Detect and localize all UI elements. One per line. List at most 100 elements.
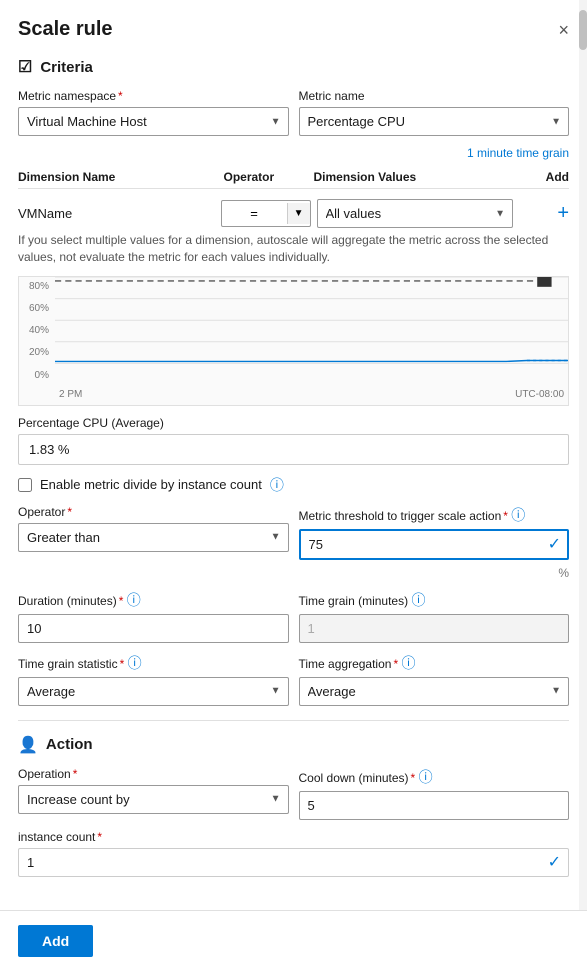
criteria-icon: ☑ <box>18 57 32 77</box>
panel-header: Scale rule × <box>18 18 569 41</box>
criteria-section: ☑ Criteria Metric namespace* Virtual Mac… <box>18 57 569 706</box>
time-grain-label: Time grain (minutes) ⓘ <box>299 590 570 610</box>
instance-count-input-wrapper: ✓ <box>18 848 569 877</box>
statistic-group: Time grain statistic* ⓘ Average Min Max … <box>18 653 289 706</box>
chart-y-40: 40% <box>21 325 53 336</box>
statistic-label: Time grain statistic* ⓘ <box>18 653 289 673</box>
action-icon: 👤 <box>18 735 38 755</box>
chart-x-labels: 2 PM UTC-08:00 <box>55 385 568 405</box>
cooldown-info-icon[interactable]: ⓘ <box>419 769 433 785</box>
instance-count-input[interactable] <box>18 848 569 877</box>
dim-col-values: Dimension Values <box>314 170 520 184</box>
operator-chevron-icon[interactable]: ▼ <box>287 203 310 224</box>
aggregation-label: Time aggregation* ⓘ <box>299 653 570 673</box>
metric-namespace-select[interactable]: Virtual Machine Host <box>18 107 289 136</box>
add-dimension-btn[interactable]: + <box>519 202 569 225</box>
aggregation-info-icon[interactable]: ⓘ <box>401 655 415 671</box>
threshold-input[interactable] <box>299 529 570 560</box>
aggregation-group: Time aggregation* ⓘ Average Min Max Sum … <box>299 653 570 706</box>
scrollbar[interactable] <box>579 0 587 971</box>
metric-namespace-select-wrapper: Virtual Machine Host ▼ <box>18 107 289 136</box>
threshold-pct-note: % <box>299 566 570 580</box>
time-grain-note: 1 minute time grain <box>18 146 569 160</box>
metric-chart: 80% 60% 40% 20% 0% <box>18 276 569 406</box>
duration-timegrain-row: Duration (minutes)* ⓘ Time grain (minute… <box>18 590 569 643</box>
chart-x-utc: UTC-08:00 <box>515 389 564 400</box>
dim-col-name: Dimension Name <box>18 170 224 184</box>
dim-col-add: Add <box>519 170 569 184</box>
operation-select[interactable]: Increase count by Decrease count by Incr… <box>18 785 289 814</box>
metric-namespace-label: Metric namespace* <box>18 89 289 103</box>
duration-info-icon[interactable]: ⓘ <box>127 592 141 608</box>
time-grain-group: Time grain (minutes) ⓘ <box>299 590 570 643</box>
duration-input[interactable] <box>18 614 289 643</box>
enable-divide-row: Enable metric divide by instance count ⓘ <box>18 475 569 495</box>
dim-col-operator: Operator <box>224 170 314 184</box>
duration-group: Duration (minutes)* ⓘ <box>18 590 289 643</box>
metric-name-select[interactable]: Percentage CPU <box>299 107 570 136</box>
dimension-info-text: If you select multiple values for a dime… <box>18 232 569 266</box>
cooldown-label: Cool down (minutes)* ⓘ <box>299 767 570 787</box>
metric-current-value: 1.83 % <box>18 434 569 465</box>
dimension-name: VMName <box>18 206 215 221</box>
aggregation-select-wrapper: Average Min Max Sum ▼ <box>299 677 570 706</box>
threshold-check-icon: ✓ <box>548 534 561 554</box>
metric-namespace-group: Metric namespace* Virtual Machine Host ▼ <box>18 89 289 136</box>
section-divider <box>18 720 569 721</box>
chart-y-60: 60% <box>21 303 53 314</box>
duration-label: Duration (minutes)* ⓘ <box>18 590 289 610</box>
operator-box[interactable]: = ▼ <box>221 200 311 227</box>
operator-threshold-row: Operator* Greater than Greater than or e… <box>18 505 569 580</box>
chart-y-0: 0% <box>21 370 53 381</box>
enable-divide-info-icon[interactable]: ⓘ <box>270 475 284 495</box>
enable-divide-label: Enable metric divide by instance count <box>40 477 262 492</box>
chart-y-20: 20% <box>21 347 53 358</box>
operation-select-wrapper: Increase count by Decrease count by Incr… <box>18 785 289 814</box>
instance-count-check-icon: ✓ <box>548 852 561 872</box>
chart-svg <box>55 277 568 385</box>
statistic-aggregation-row: Time grain statistic* ⓘ Average Min Max … <box>18 653 569 706</box>
time-grain-input <box>299 614 570 643</box>
dimension-row: VMName = ▼ All values ▼ + <box>18 195 569 232</box>
aggregation-select[interactable]: Average Min Max Sum <box>299 677 570 706</box>
threshold-label: Metric threshold to trigger scale action… <box>299 505 570 525</box>
operator-label: Operator* <box>18 505 289 519</box>
scrollbar-thumb[interactable] <box>579 10 587 50</box>
time-grain-info-icon[interactable]: ⓘ <box>411 592 425 608</box>
action-title: 👤 Action <box>18 735 569 755</box>
operation-cooldown-row: Operation* Increase count by Decrease co… <box>18 767 569 820</box>
add-button[interactable]: Add <box>18 925 93 957</box>
cooldown-input[interactable] <box>299 791 570 820</box>
metric-name-group: Metric name Percentage CPU ▼ <box>299 89 570 136</box>
threshold-group: Metric threshold to trigger scale action… <box>299 505 570 580</box>
scale-rule-panel: Scale rule × ☑ Criteria Metric namespace… <box>0 0 587 971</box>
dimension-table-header: Dimension Name Operator Dimension Values… <box>18 166 569 189</box>
operation-label: Operation* <box>18 767 289 781</box>
metric-name-select-wrapper: Percentage CPU ▼ <box>299 107 570 136</box>
threshold-input-wrapper: ✓ <box>299 529 570 560</box>
threshold-info-icon[interactable]: ⓘ <box>511 507 525 523</box>
cooldown-group: Cool down (minutes)* ⓘ <box>299 767 570 820</box>
plus-icon[interactable]: + <box>557 202 569 225</box>
metric-namespace-row: Metric namespace* Virtual Machine Host ▼… <box>18 89 569 136</box>
metric-name-label: Metric name <box>299 89 570 103</box>
instance-count-label: instance count* <box>18 830 569 844</box>
statistic-info-icon[interactable]: ⓘ <box>128 655 142 671</box>
dim-values-select-wrapper: All values ▼ <box>317 199 514 228</box>
statistic-select[interactable]: Average Min Max Sum <box>18 677 289 706</box>
dim-values-select[interactable]: All values <box>317 199 514 228</box>
close-button[interactable]: × <box>558 21 569 39</box>
instance-count-group: instance count* ✓ <box>18 830 569 877</box>
chart-area <box>55 277 568 385</box>
chart-y-labels: 80% 60% 40% 20% 0% <box>19 277 55 385</box>
operation-group: Operation* Increase count by Decrease co… <box>18 767 289 820</box>
enable-divide-checkbox[interactable] <box>18 478 32 492</box>
criteria-title: ☑ Criteria <box>18 57 569 77</box>
operator-group: Operator* Greater than Greater than or e… <box>18 505 289 580</box>
footer-bar: Add <box>0 910 587 971</box>
panel-title: Scale rule <box>18 18 113 41</box>
operator-select[interactable]: Greater than Greater than or equal to Le… <box>18 523 289 552</box>
operator-select-wrapper: Greater than Greater than or equal to Le… <box>18 523 289 552</box>
operator-value: = <box>222 201 287 226</box>
chart-x-2pm: 2 PM <box>59 389 82 400</box>
